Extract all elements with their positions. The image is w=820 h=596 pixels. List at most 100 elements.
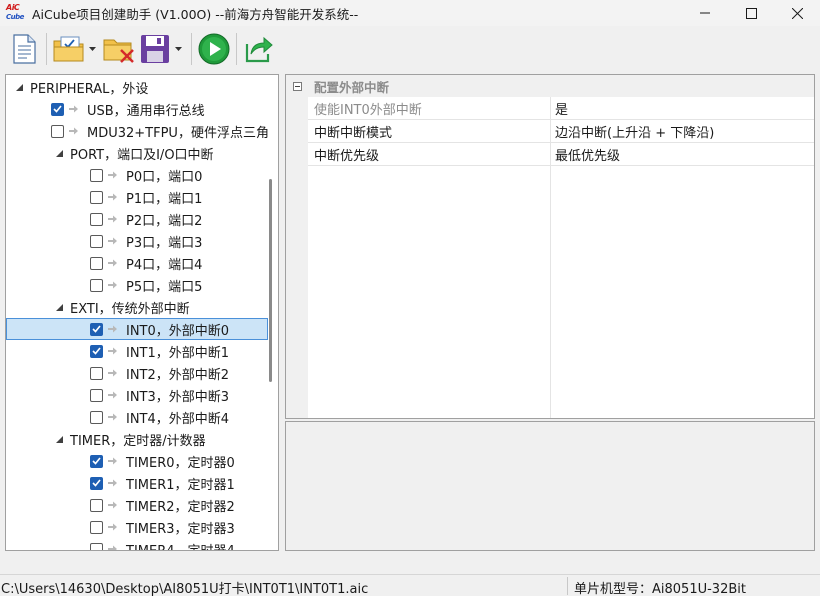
tree-node-label: INT3，外部中断3 <box>126 389 230 405</box>
minimize-button[interactable] <box>682 0 728 26</box>
tree-node-label: P2口，端口2 <box>126 213 203 229</box>
app-logo-line1: AiC <box>6 3 20 12</box>
save-project-dropdown[interactable] <box>173 31 183 67</box>
maximize-icon <box>745 7 757 19</box>
collapse-icon[interactable] <box>293 81 302 91</box>
delete-project-button[interactable] <box>101 31 137 67</box>
expand-icon[interactable] <box>54 428 64 450</box>
checkbox-unchecked[interactable] <box>90 190 103 204</box>
expand-icon[interactable] <box>54 142 64 164</box>
close-button[interactable] <box>774 0 820 26</box>
tree-item-node[interactable]: INT1，外部中断1 <box>6 340 268 362</box>
tree-node-label: PORT，端口及I/O口中断 <box>70 147 214 163</box>
tree-item-node[interactable]: P0口，端口0 <box>6 164 268 186</box>
open-project-dropdown[interactable] <box>87 31 97 67</box>
tree-item-node[interactable]: TIMER3，定时器3 <box>6 516 268 538</box>
chevron-down-icon <box>174 47 182 51</box>
property-grid-gutter <box>286 75 308 418</box>
expand-icon[interactable] <box>54 296 64 318</box>
tree-item-node[interactable]: P3口，端口3 <box>6 230 268 252</box>
checkbox-unchecked[interactable] <box>90 388 103 402</box>
checkbox-unchecked[interactable] <box>90 366 103 380</box>
tree-item-node[interactable]: MDU32+TFPU，硬件浮点三角 <box>6 120 269 142</box>
arrow-right-icon <box>108 324 118 334</box>
tree-vertical-scrollbar[interactable] <box>269 179 272 382</box>
arrow-right-icon <box>108 236 118 246</box>
tree-node-label: MDU32+TFPU，硬件浮点三角 <box>87 125 269 141</box>
tree-item-node[interactable]: TIMER4，定时器4 <box>6 538 268 550</box>
arrow-right-icon <box>108 478 118 488</box>
property-row-interrupt-priority[interactable]: 中断优先级 最低优先级 <box>308 143 814 166</box>
property-category-label: 配置外部中断 <box>314 79 390 95</box>
checkbox-unchecked[interactable] <box>90 498 103 512</box>
open-project-icon <box>53 36 84 62</box>
checkbox-unchecked[interactable] <box>90 278 103 292</box>
arrow-right-icon <box>108 346 118 356</box>
tree-item-node[interactable]: INT2，外部中断2 <box>6 362 268 384</box>
tree-node-label: P0口，端口0 <box>126 169 203 185</box>
tree-group-node[interactable]: PERIPHERAL，外设 <box>6 76 268 98</box>
tree-node-label: TIMER2，定时器2 <box>126 499 235 515</box>
tree-item-node[interactable]: INT0，外部中断0 <box>6 318 268 340</box>
tree-group-node[interactable]: PORT，端口及I/O口中断 <box>6 142 268 164</box>
property-row-enable-int0[interactable]: 使能INT0外部中断 是 <box>308 97 814 120</box>
checkbox-checked[interactable] <box>51 102 64 116</box>
check-icon <box>53 105 62 113</box>
tree-item-node[interactable]: TIMER0，定时器0 <box>6 450 268 472</box>
checkbox-unchecked[interactable] <box>51 124 64 138</box>
app-logo-icon: AiC Cube <box>6 3 26 23</box>
title-bar: AiC Cube AiCube项目创建助手 (V1.00O) --前海方舟智能开… <box>0 0 820 26</box>
tree-item-node[interactable]: USB，通用串行总线 <box>6 98 268 120</box>
check-icon <box>92 479 101 487</box>
new-project-button[interactable] <box>6 31 42 67</box>
property-value[interactable]: 边沿中断(上升沿 + 下降沿) <box>550 122 714 141</box>
tree-group-node[interactable]: EXTI，传统外部中断 <box>6 296 268 318</box>
arrow-right-icon <box>108 258 118 268</box>
tree-node-label: INT4，外部中断4 <box>126 411 230 427</box>
export-button[interactable] <box>241 31 277 67</box>
checkbox-unchecked[interactable] <box>90 168 103 182</box>
toolbar-separator <box>46 33 47 65</box>
property-row-interrupt-mode[interactable]: 中断中断模式 边沿中断(上升沿 + 下降沿) <box>308 120 814 143</box>
toolbar-separator <box>191 33 192 65</box>
run-icon <box>198 33 230 65</box>
checkbox-unchecked[interactable] <box>90 256 103 270</box>
tree-item-node[interactable]: INT3，外部中断3 <box>6 384 268 406</box>
checkbox-unchecked[interactable] <box>90 542 103 550</box>
tree-item-node[interactable]: P4口，端口4 <box>6 252 268 274</box>
checkbox-unchecked[interactable] <box>90 234 103 248</box>
checkbox-unchecked[interactable] <box>90 410 103 424</box>
tree-item-node[interactable]: TIMER1，定时器1 <box>6 472 268 494</box>
arrow-right-icon <box>108 368 118 378</box>
tree-item-node[interactable]: TIMER2，定时器2 <box>6 494 268 516</box>
tree-item-node[interactable]: P5口，端口5 <box>6 274 268 296</box>
export-icon <box>245 36 273 63</box>
run-button[interactable] <box>196 31 232 67</box>
peripheral-tree[interactable]: PERIPHERAL，外设 USB，通用串行总线 MDU32+TFPU，硬件浮点三角… <box>5 74 279 551</box>
maximize-button[interactable] <box>728 0 774 26</box>
save-project-button[interactable] <box>137 31 173 67</box>
open-project-button[interactable] <box>51 31 87 67</box>
tree-item-node[interactable]: P1口，端口1 <box>6 186 268 208</box>
checkbox-checked[interactable] <box>90 454 103 468</box>
tree-node-label: INT0，外部中断0 <box>126 323 230 339</box>
property-value[interactable]: 是 <box>550 99 568 118</box>
tree-item-node[interactable]: P2口，端口2 <box>6 208 268 230</box>
tree-node-label: TIMER，定时器/计数器 <box>70 433 206 449</box>
chevron-down-icon <box>88 47 96 51</box>
tree-node-label: PERIPHERAL，外设 <box>30 81 149 97</box>
property-value[interactable]: 最低优先级 <box>550 145 620 164</box>
expand-icon[interactable] <box>14 76 24 98</box>
checkbox-unchecked[interactable] <box>90 212 103 226</box>
checkbox-checked[interactable] <box>90 476 103 490</box>
arrow-right-icon <box>108 544 118 550</box>
checkbox-checked[interactable] <box>90 344 103 358</box>
tree-item-node[interactable]: INT4，外部中断4 <box>6 406 268 428</box>
tree-node-label: USB，通用串行总线 <box>87 103 205 119</box>
checkbox-checked[interactable] <box>90 322 103 336</box>
property-name: 中断优先级 <box>314 148 380 164</box>
checkbox-unchecked[interactable] <box>90 520 103 534</box>
property-category[interactable]: 配置外部中断 <box>286 75 814 97</box>
tree-node-label: TIMER1，定时器1 <box>126 477 235 493</box>
tree-group-node[interactable]: TIMER，定时器/计数器 <box>6 428 268 450</box>
